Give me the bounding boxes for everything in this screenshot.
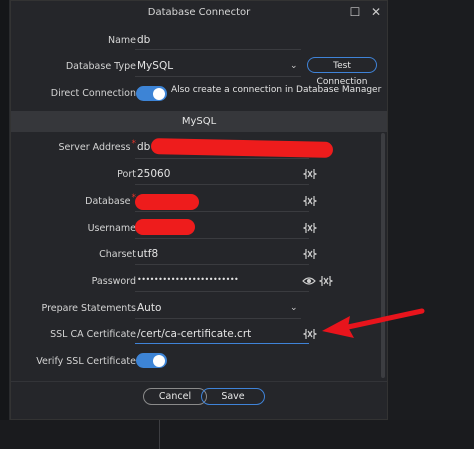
left-edge-panel xyxy=(0,0,10,449)
prepare-underline xyxy=(135,318,301,319)
variable-icon[interactable] xyxy=(303,247,317,261)
name-label: Name xyxy=(107,35,136,46)
port-underline xyxy=(135,184,309,185)
username-label: Username xyxy=(87,223,136,234)
password-label: Password xyxy=(91,276,136,287)
title-bar: Database Connector ☐ ✕ xyxy=(11,1,387,25)
server-address-input[interactable]: db xyxy=(137,141,150,153)
variable-icon[interactable] xyxy=(303,167,317,181)
direct-connection-description: Also create a connection in Database Man… xyxy=(171,85,382,95)
eye-icon[interactable] xyxy=(302,274,316,288)
database-label: Database* xyxy=(85,193,136,207)
redaction-username xyxy=(135,219,195,235)
server-address-label: Server Address* xyxy=(58,139,136,153)
database-underline xyxy=(135,211,309,212)
charset-label: Charset xyxy=(99,249,136,260)
password-underline xyxy=(135,291,309,292)
cancel-button[interactable]: Cancel xyxy=(143,388,207,405)
redaction-database xyxy=(135,194,199,210)
save-button[interactable]: Save xyxy=(201,388,265,405)
dialog-title: Database Connector xyxy=(147,7,251,18)
db-type-label: Database Type xyxy=(65,61,136,72)
test-connection-button[interactable]: Test Connection xyxy=(307,57,377,87)
variable-icon[interactable] xyxy=(303,194,317,208)
footer-separator xyxy=(11,381,387,382)
ssl-ca-label: SSL CA Certificate xyxy=(50,329,136,340)
redaction-server xyxy=(150,138,334,158)
chevron-down-icon[interactable]: ⌄ xyxy=(290,303,298,313)
prepare-statements-label: Prepare Statements xyxy=(41,303,136,314)
close-button[interactable]: ✕ xyxy=(368,4,384,20)
name-underline xyxy=(135,49,301,50)
port-label: Port xyxy=(117,169,136,180)
variable-icon[interactable] xyxy=(303,221,317,235)
charset-input[interactable]: utf8 xyxy=(137,248,158,260)
direct-connection-toggle[interactable] xyxy=(136,86,167,101)
arrow-annotation xyxy=(322,308,425,338)
variable-icon[interactable] xyxy=(319,274,333,288)
port-input[interactable]: 25060 xyxy=(137,168,170,180)
maximize-button[interactable]: ☐ xyxy=(347,4,363,20)
db-type-underline xyxy=(135,76,301,77)
verify-ssl-label: Verify SSL Certificate xyxy=(36,356,136,367)
username-underline xyxy=(135,238,309,239)
charset-underline xyxy=(135,264,309,265)
verify-ssl-toggle[interactable] xyxy=(136,353,167,368)
chevron-down-icon[interactable]: ⌄ xyxy=(290,61,298,71)
server-underline xyxy=(135,158,309,159)
variable-icon[interactable] xyxy=(303,327,317,341)
ssl-ca-input[interactable]: /cert/ca-certificate.crt xyxy=(137,328,251,340)
name-input[interactable]: db xyxy=(137,34,150,46)
db-type-select[interactable]: MySQL xyxy=(137,60,173,72)
background-strip xyxy=(0,420,474,449)
mysql-section-header: MySQL xyxy=(11,111,387,132)
database-connector-dialog: Database Connector ☐ ✕ Name db Database … xyxy=(10,0,388,420)
password-input[interactable]: •••••••••••••••••••••••• xyxy=(137,275,239,284)
prepare-statements-select[interactable]: Auto xyxy=(137,302,161,314)
direct-connection-label: Direct Connection xyxy=(50,88,136,99)
